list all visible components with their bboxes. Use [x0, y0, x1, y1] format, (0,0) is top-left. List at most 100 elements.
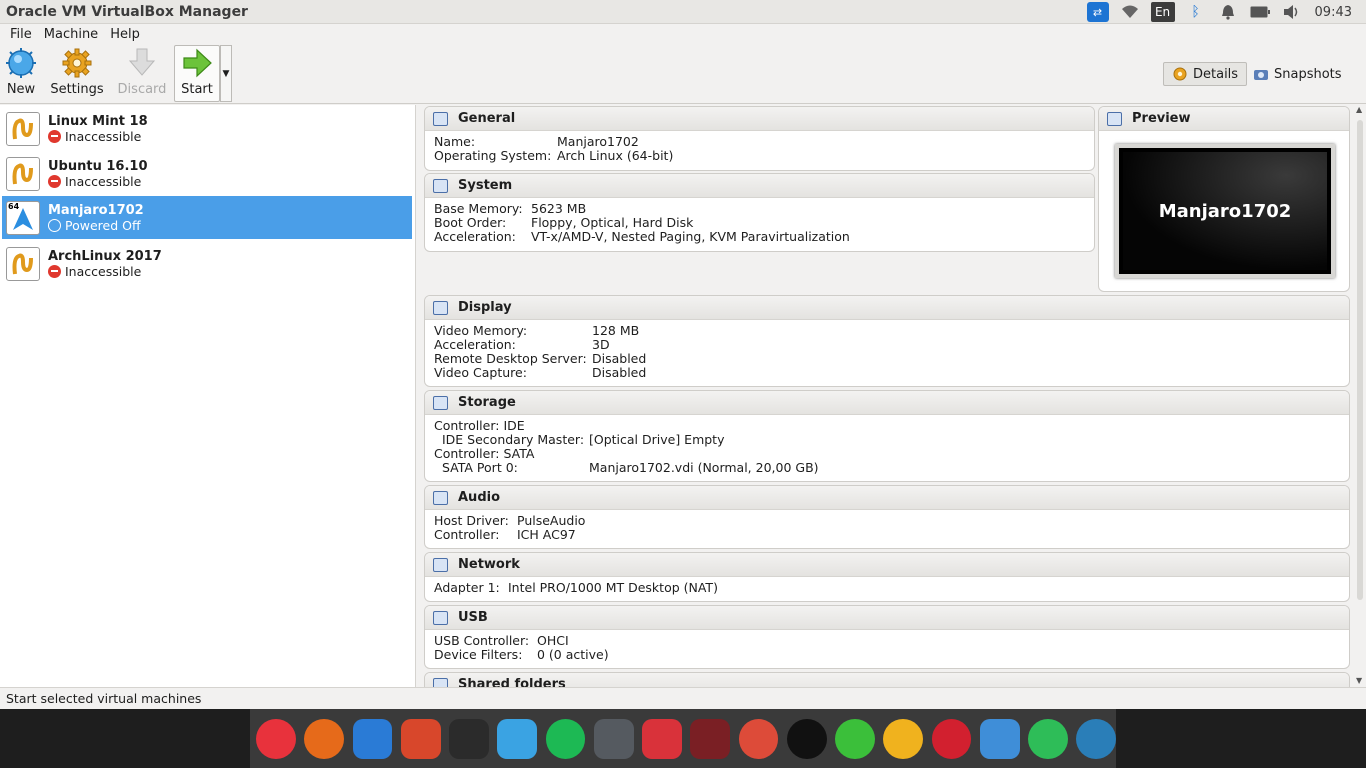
- section-audio: Audio Host Driver: PulseAudio Controller:…: [424, 485, 1350, 549]
- section-system: System Base Memory: 5623 MB Boot Order: Fl…: [424, 173, 1095, 252]
- preview-vm-name: Manjaro1702: [1123, 152, 1327, 270]
- menu-help[interactable]: Help: [104, 27, 146, 42]
- clock[interactable]: 09:43: [1313, 5, 1358, 20]
- detail-value: 3D: [592, 337, 610, 352]
- teamviewer-icon[interactable]: ⇄: [1086, 2, 1109, 22]
- section-shared-folders-header[interactable]: Shared folders: [425, 673, 1349, 687]
- section-general-header[interactable]: General: [425, 107, 1094, 131]
- section-preview-header[interactable]: Preview: [1099, 107, 1349, 131]
- monitor-icon: [1107, 111, 1122, 126]
- detail-key: USB Controller:: [434, 633, 530, 648]
- snapshots-button[interactable]: Snapshots: [1245, 62, 1350, 86]
- detail-key: Video Memory:: [434, 323, 528, 338]
- vm-name: Manjaro1702: [48, 202, 144, 218]
- notification-bell-icon[interactable]: [1217, 2, 1239, 22]
- scroll-down-icon[interactable]: ▼: [1356, 676, 1362, 685]
- finder-icon[interactable]: [352, 718, 393, 759]
- vm-state: Inaccessible: [65, 173, 142, 189]
- wifi-icon[interactable]: [1119, 2, 1141, 22]
- detail-key: Controller: SATA: [434, 446, 535, 461]
- linux-os-icon: [6, 246, 40, 281]
- chrome-icon[interactable]: [738, 718, 779, 759]
- opera-icon[interactable]: [931, 718, 972, 759]
- section-shared-folders: Shared folders: [424, 672, 1350, 687]
- display-icon: [433, 300, 448, 315]
- section-title: Audio: [458, 490, 501, 505]
- firefox-icon[interactable]: [304, 718, 344, 759]
- keyboard-layout-indicator[interactable]: En: [1150, 2, 1175, 22]
- section-display-header[interactable]: Display: [425, 296, 1349, 320]
- section-storage-header[interactable]: Storage: [425, 391, 1349, 415]
- terminal-icon[interactable]: [449, 718, 489, 759]
- whatsapp-icon[interactable]: [1028, 718, 1068, 759]
- vlc-icon[interactable]: [883, 718, 923, 759]
- menu-bar: File Machine Help: [0, 24, 1366, 44]
- scroll-up-icon[interactable]: ▲: [1356, 105, 1362, 114]
- start-options-dropdown[interactable]: ▼: [220, 45, 232, 102]
- new-button[interactable]: New: [2, 46, 40, 102]
- vm-state: Powered Off: [65, 217, 141, 233]
- menu-machine[interactable]: Machine: [38, 27, 104, 42]
- inaccessible-icon: [48, 174, 61, 188]
- section-title: Shared folders: [458, 677, 566, 687]
- section-audio-header[interactable]: Audio: [425, 486, 1349, 510]
- vm-item-ubuntu-16-10[interactable]: Ubuntu 16.10 Inaccessible: [2, 152, 412, 195]
- vm-name: ArchLinux 2017: [48, 248, 162, 264]
- system-tray: ⇄ En ᛒ 09:43: [1086, 0, 1366, 24]
- vm-preview-screen: Manjaro1702: [1115, 144, 1335, 278]
- obs-icon[interactable]: [786, 718, 827, 759]
- virtualbox-icon[interactable]: [497, 718, 537, 759]
- details-pane: General Name: Manjaro1702 Operating Syste…: [417, 105, 1354, 687]
- section-usb: USB USB Controller: OHCI Device Filters: 0…: [424, 605, 1350, 669]
- detail-value: PulseAudio: [517, 513, 586, 528]
- discard-button[interactable]: Discard: [116, 46, 168, 102]
- section-storage: Storage Controller: IDE IDE Secondary Ma…: [424, 390, 1350, 482]
- details-gear-icon: [1173, 67, 1187, 81]
- scrollbar-thumb[interactable]: [1357, 120, 1363, 600]
- details-button[interactable]: Details: [1163, 62, 1248, 86]
- folder-icon: [433, 677, 448, 687]
- detail-key: Base Memory:: [434, 201, 523, 216]
- section-network-header[interactable]: Network: [425, 553, 1349, 577]
- gear-icon: [60, 46, 94, 80]
- bluetooth-icon[interactable]: ᛒ: [1185, 2, 1207, 22]
- spotify-icon[interactable]: [545, 718, 586, 759]
- monitor-icon: [433, 111, 448, 126]
- vm-state: Inaccessible: [65, 128, 142, 144]
- layers-icon[interactable]: [979, 718, 1020, 759]
- section-general: General Name: Manjaro1702 Operating Syste…: [424, 106, 1095, 171]
- detail-key: Acceleration:: [434, 229, 516, 244]
- start-button[interactable]: Start: [174, 45, 220, 102]
- start-label: Start: [181, 82, 213, 97]
- section-usb-header[interactable]: USB: [425, 606, 1349, 630]
- battery-icon[interactable]: [1249, 2, 1271, 22]
- detail-value: Floppy, Optical, Hard Disk: [531, 215, 694, 230]
- detail-value: Disabled: [592, 365, 647, 380]
- vm-item-linux-mint-18[interactable]: Linux Mint 18 Inaccessible: [2, 107, 412, 150]
- photo-booth-icon[interactable]: [400, 718, 441, 759]
- settings-label: Settings: [50, 82, 104, 97]
- recorder-icon[interactable]: [642, 718, 682, 759]
- screenshot-icon[interactable]: [593, 718, 634, 759]
- volume-icon[interactable]: [1281, 2, 1303, 22]
- speaker-icon: [433, 490, 448, 505]
- media-app-icon[interactable]: [690, 718, 730, 759]
- section-system-header[interactable]: System: [425, 174, 1094, 198]
- settings-button[interactable]: Settings: [50, 46, 104, 102]
- section-preview: Preview Manjaro1702: [1098, 106, 1350, 292]
- details-scrollbar[interactable]: ▲ ▼: [1354, 105, 1366, 687]
- inaccessible-icon: [48, 264, 61, 278]
- detail-key: Controller: IDE: [434, 418, 525, 433]
- wechat-icon[interactable]: [835, 718, 875, 759]
- detail-key: Controller:: [434, 527, 500, 542]
- vm-item-manjaro1702[interactable]: 64 Manjaro1702 Powered Off: [2, 196, 412, 239]
- status-bar: Start selected virtual machines: [0, 687, 1366, 709]
- detail-value: OHCI: [537, 633, 569, 648]
- menu-file[interactable]: File: [4, 27, 38, 42]
- vm-item-archlinux-2017[interactable]: ArchLinux 2017 Inaccessible: [2, 242, 412, 285]
- detail-value: 5623 MB: [531, 201, 587, 216]
- itunes-icon[interactable]: [256, 718, 296, 759]
- detail-key: IDE Secondary Master:: [442, 432, 585, 447]
- chip-icon: [433, 178, 448, 193]
- wordpress-icon[interactable]: [1076, 718, 1116, 759]
